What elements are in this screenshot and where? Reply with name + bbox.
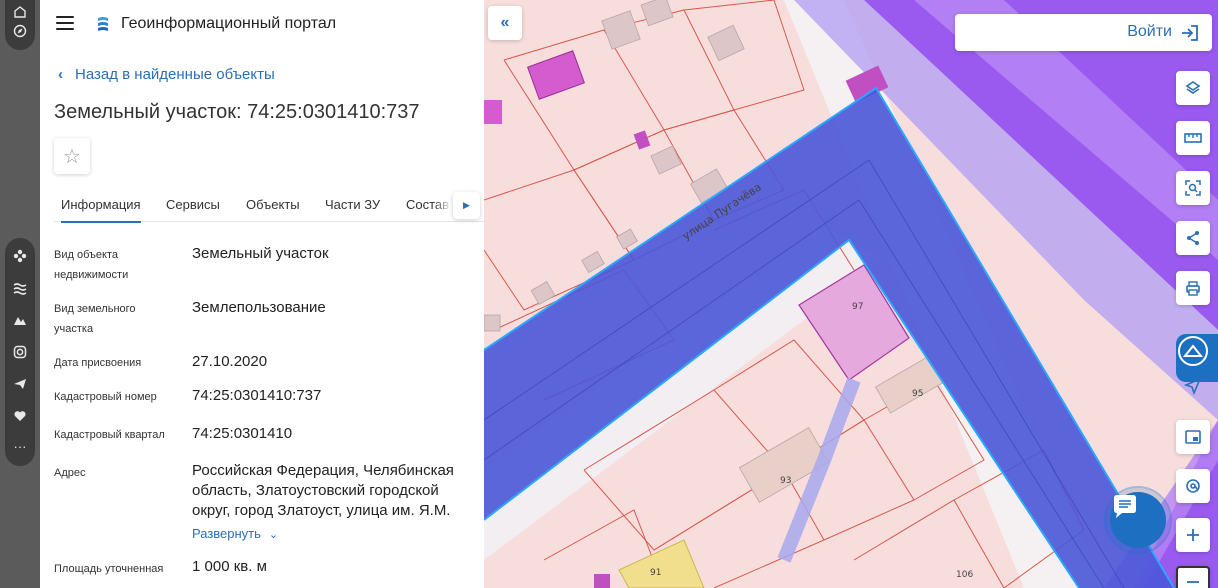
heart-icon[interactable] <box>12 408 28 424</box>
field-label-cadastral-quarter: Кадастровый квартал <box>54 429 165 441</box>
field-label-cadastral-number: Кадастровый номер <box>54 391 157 403</box>
home-icon[interactable] <box>12 4 28 20</box>
tabs-scroll-right-icon[interactable]: ▶ <box>453 192 480 219</box>
address-search-icon[interactable] <box>1176 469 1210 503</box>
field-label-kind: Вид земельного участка <box>54 303 136 335</box>
flower-icon[interactable] <box>12 248 28 264</box>
expand-label: Развернуть <box>192 526 261 541</box>
house-number-95: 95 <box>912 389 924 399</box>
camera-icon[interactable] <box>12 344 28 360</box>
locate-icon[interactable] <box>1176 372 1210 400</box>
tab-parts[interactable]: Части ЗУ <box>325 197 380 212</box>
app-title: Геоинформационный портал <box>121 15 337 32</box>
menu-icon[interactable] <box>56 16 74 32</box>
search-area-icon[interactable] <box>1176 171 1210 205</box>
object-title: Земельный участок: 74:25:0301410:737 <box>54 101 420 123</box>
back-link-label: Назад в найденные объекты <box>75 66 275 83</box>
field-value-type: Земельный участок <box>192 245 329 262</box>
field-label-address: Адрес <box>54 467 86 479</box>
tab-bar: Информация Сервисы Объекты Части ЗУ Сост… <box>54 188 484 223</box>
tab-fade <box>434 188 452 220</box>
back-link[interactable]: ‹ Назад в найденные объекты <box>58 66 275 83</box>
house-number-106: 106 <box>956 570 974 580</box>
chevron-down-icon: ⌄ <box>268 529 279 541</box>
field-label-type: Вид объекта недвижимости <box>54 249 129 281</box>
field-label-date: Дата присвоения <box>54 357 142 369</box>
portal-logo-icon <box>94 15 112 33</box>
field-value-address: Российская Федерация, Челябинская област… <box>192 462 454 519</box>
field-value-cadastral-quarter: 74:25:0301410 <box>192 425 293 442</box>
share-icon[interactable] <box>1176 221 1210 255</box>
tab-services[interactable]: Сервисы <box>166 197 220 212</box>
login-label: Войти <box>1127 23 1172 40</box>
login-icon <box>1180 23 1200 43</box>
favorite-star-icon[interactable]: ☆ <box>54 138 90 174</box>
ruler-icon[interactable] <box>1176 121 1210 155</box>
zoom-in-icon[interactable] <box>1176 518 1210 552</box>
field-label-area: Площадь уточненная <box>54 563 164 575</box>
field-value-area: 1 000 кв. м <box>192 558 267 575</box>
field-value-cadastral-number: 74:25:0301410:737 <box>192 387 322 404</box>
send-icon[interactable] <box>12 376 28 392</box>
map-canvas <box>484 0 1218 588</box>
mountain-icon[interactable] <box>12 312 28 328</box>
zoom-out-icon[interactable] <box>1176 566 1210 588</box>
chat-icon[interactable] <box>1110 492 1166 548</box>
field-value-date: 27.10.2020 <box>192 353 268 370</box>
chevron-left-icon: ‹ <box>58 66 63 83</box>
house-number-91: 91 <box>650 568 662 578</box>
map-view[interactable]: улица Пугачёва 97 95 93 91 106 « Войти <box>484 0 1218 588</box>
rail-group-apps: ··· <box>5 238 35 466</box>
more-icon[interactable]: ··· <box>12 438 28 454</box>
house-number-93: 93 <box>780 476 792 486</box>
collapse-panel-icon[interactable]: « <box>488 6 522 40</box>
info-panel: Геоинформационный портал ‹ Назад в найден… <box>40 0 484 588</box>
app-rail: ··· <box>0 0 40 588</box>
waves-icon[interactable] <box>12 280 28 296</box>
print-icon[interactable] <box>1176 271 1210 305</box>
login-button[interactable]: Войти <box>955 14 1212 51</box>
tab-info[interactable]: Информация <box>61 197 141 223</box>
minimap-icon[interactable] <box>1176 420 1210 454</box>
tab-objects[interactable]: Объекты <box>246 197 300 212</box>
compass-icon[interactable] <box>12 23 28 39</box>
house-number-97: 97 <box>852 302 864 312</box>
rail-group-top <box>5 0 35 50</box>
layers-icon[interactable] <box>1176 71 1210 105</box>
field-value-kind: Землепользование <box>192 299 326 316</box>
expand-address-link[interactable]: Развернуть ⌄ <box>192 526 278 541</box>
